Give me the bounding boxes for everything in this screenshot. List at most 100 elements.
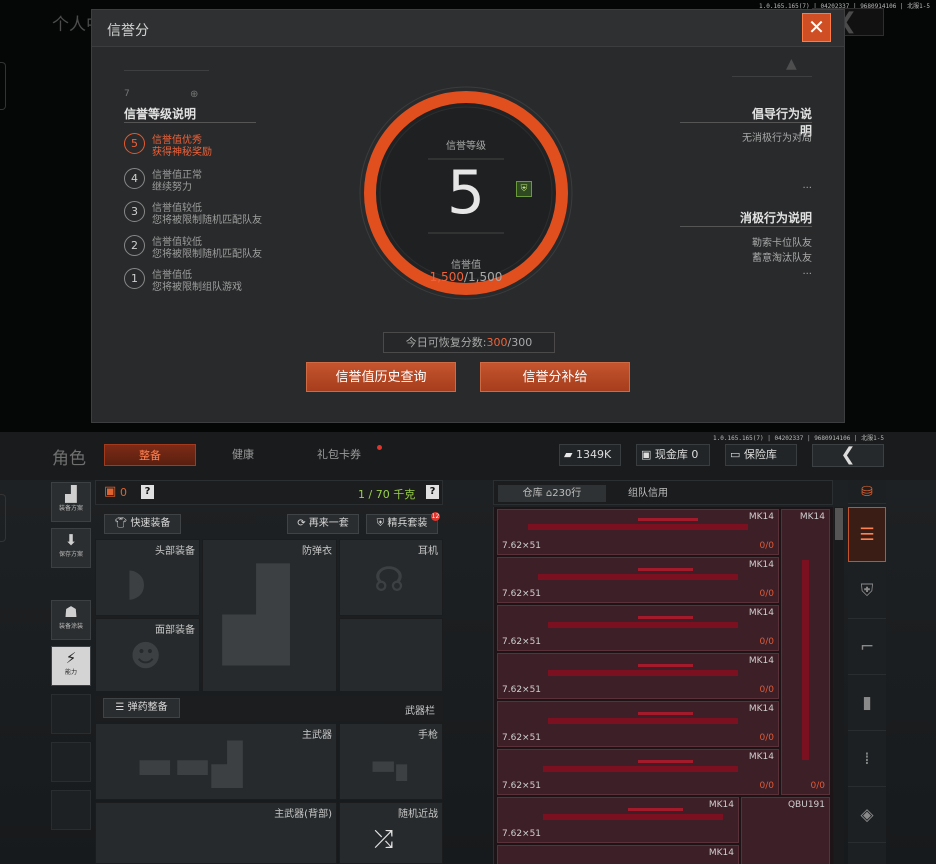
- cash-icon: ▣: [641, 448, 652, 461]
- quick-equip-label: 快速装备: [130, 518, 171, 529]
- save-plan-label: 保存方案: [58, 551, 83, 558]
- score-label: 信誉值: [451, 260, 481, 271]
- quick-equip-button[interactable]: 👕︎ 快速装备: [104, 514, 181, 534]
- grid-scrollbar[interactable]: [834, 507, 844, 864]
- credit-level-dial: 信誉等级 5 ⛨ 信誉值 1,500/1,500: [356, 83, 576, 303]
- category-scope-icon[interactable]: ◈: [848, 788, 886, 843]
- item-durability: 0/0: [759, 781, 774, 791]
- elite-set-label: 精兵套装: [387, 518, 428, 529]
- help-icon[interactable]: ?: [141, 485, 154, 499]
- level-number: 4: [124, 168, 145, 189]
- category-all-icon[interactable]: ☰: [848, 507, 886, 562]
- ability-icon: ⚡: [65, 649, 77, 667]
- earphone-slot[interactable]: 耳机 ☊: [339, 539, 443, 616]
- inventory-item-tall[interactable]: MK14 0/0: [781, 509, 830, 795]
- safe-label: 保险库: [743, 448, 777, 461]
- inventory-item[interactable]: MK14 7.62×51 0/0: [497, 701, 779, 747]
- cash-vault-button[interactable]: ▣ 现金库 0: [636, 444, 710, 466]
- encouraged-divider: [680, 122, 812, 123]
- ability-label: 能力: [64, 669, 77, 676]
- inventory-item[interactable]: MK14 7.62×51 0/0: [497, 749, 779, 795]
- soldier-icon: ☗: [64, 603, 78, 621]
- save-plan-button[interactable]: ⬇ 保存方案: [51, 528, 91, 568]
- warehouse-rows: 230行: [552, 488, 582, 499]
- rifle-image: [543, 766, 738, 772]
- tab-warehouse[interactable]: 仓库 ⌂230行: [498, 485, 606, 502]
- backpack-icon: ▟: [65, 485, 77, 503]
- melee-slot[interactable]: 随机近战 ⤮: [339, 802, 443, 864]
- loadout-bar: ▣ 0 ? 1 / 70 千克 ?: [95, 480, 443, 505]
- item-durability: 0/0: [759, 685, 774, 695]
- shirt-icon: 👕︎: [114, 518, 128, 529]
- repeat-set-button[interactable]: ⟳ 再来一套: [287, 514, 359, 534]
- ammo-prepare-button[interactable]: ☰ 弹药整备: [103, 698, 180, 718]
- inventory-item[interactable]: MK14 7.62×51 0/0: [497, 653, 779, 699]
- weight-help-icon[interactable]: ?: [426, 485, 439, 499]
- tab-team-credit[interactable]: 组队信用: [612, 485, 684, 502]
- category-ammo-icon[interactable]: ⁞: [848, 732, 886, 787]
- tab-gift-cards[interactable]: 礼包卡券: [294, 444, 384, 466]
- item-name: MK14: [799, 512, 825, 522]
- scrollbar-thumb[interactable]: [835, 508, 843, 540]
- tab-health[interactable]: 健康: [202, 444, 284, 466]
- face-slot[interactable]: 面部装备 ☻: [95, 618, 200, 692]
- tab-bar: 整备 健康 礼包卡券: [104, 444, 394, 466]
- equipment-skin-button[interactable]: ☗ 装备涂装: [51, 600, 91, 640]
- tab-prepare[interactable]: 整备: [104, 444, 196, 466]
- recover-label: 今日可恢复分数:: [405, 336, 487, 349]
- primary-weapon-slot[interactable]: 主武器 ▬▬▟: [95, 723, 337, 800]
- armor-slot[interactable]: 防弹衣 ▟: [202, 539, 337, 692]
- shuffle-icon: ⤮: [374, 825, 394, 853]
- inventory-item[interactable]: MK14 7.62×51 0/0: [497, 509, 779, 555]
- pistol-slot[interactable]: 手枪 ▬▖: [339, 723, 443, 800]
- back-weapon-slot[interactable]: 主武器(背部): [95, 802, 337, 864]
- recover-current: 300: [486, 336, 508, 349]
- rifle-image: [548, 718, 738, 724]
- negative-section-title: 消极行为说明: [739, 211, 812, 225]
- level-row-4: 4 信誉值正常 继续努力: [124, 166, 324, 196]
- encouraged-item: 无消极行为对局: [742, 133, 812, 144]
- negative-item-1: 勒索卡位队友: [752, 238, 812, 249]
- category-armor-icon[interactable]: ⛨: [848, 564, 886, 619]
- recover-max: /300: [507, 336, 533, 349]
- weight-value: 1 / 70 千克: [358, 488, 416, 501]
- equipment-plan-button[interactable]: ▟ 装备方案: [51, 482, 91, 522]
- rifle-image-vertical: [802, 560, 809, 760]
- top-screen: 1.0.165.165(7) | 04202337 | 9680914106 |…: [0, 0, 936, 432]
- bottom-screen: 1.0.165.165(7) | 04202337 | 9680914106 |…: [0, 432, 936, 864]
- decor-line-right: [732, 76, 812, 77]
- repeat-set-label: 再来一套: [308, 518, 349, 529]
- ability-button[interactable]: ⚡ 能力: [51, 646, 91, 686]
- inventory-item[interactable]: MK14 7.62×51 0/0: [497, 557, 779, 603]
- inventory-item[interactable]: MK14: [497, 845, 739, 864]
- refresh-icon: ⟳: [297, 518, 306, 529]
- scope-image: [638, 760, 693, 763]
- item-durability: 0/0: [759, 637, 774, 647]
- empty-slot-button: [51, 742, 91, 782]
- empty-slot: [339, 618, 443, 692]
- inventory-item-wide[interactable]: QBU191: [741, 797, 830, 864]
- helmet-icon: ◗: [126, 560, 147, 604]
- head-slot[interactable]: 头部装备 ◗: [95, 539, 200, 616]
- safe-vault-button[interactable]: ▭ 保险库: [725, 444, 797, 466]
- inventory-item[interactable]: MK14 7.62×51: [497, 797, 739, 843]
- history-query-button[interactable]: 信誉值历史查询: [306, 362, 456, 392]
- category-rifle-icon[interactable]: ⌐: [848, 620, 886, 675]
- money-display: ▰ 1349K: [559, 444, 621, 466]
- item-caliber: 7.62×51: [502, 829, 542, 839]
- elite-badge: 12: [431, 512, 440, 521]
- encouraged-more: ...: [802, 180, 812, 191]
- back-button[interactable]: ❮: [812, 444, 884, 467]
- scope-image: [638, 518, 698, 521]
- inventory-item[interactable]: MK14 7.62×51 0/0: [497, 605, 779, 651]
- category-stack-icon[interactable]: ⛁: [848, 480, 886, 504]
- rifle-image: [548, 670, 738, 676]
- decor-line: [124, 70, 209, 71]
- category-magazine-icon[interactable]: ▮: [848, 676, 886, 731]
- credit-supplement-button[interactable]: 信誉分补给: [480, 362, 630, 392]
- elite-set-button[interactable]: ⛨ 精兵套装: [366, 514, 438, 534]
- item-name: MK14: [708, 848, 734, 858]
- close-icon[interactable]: ✕: [802, 13, 831, 42]
- item-name: MK14: [708, 800, 734, 810]
- item-durability: 0/0: [759, 733, 774, 743]
